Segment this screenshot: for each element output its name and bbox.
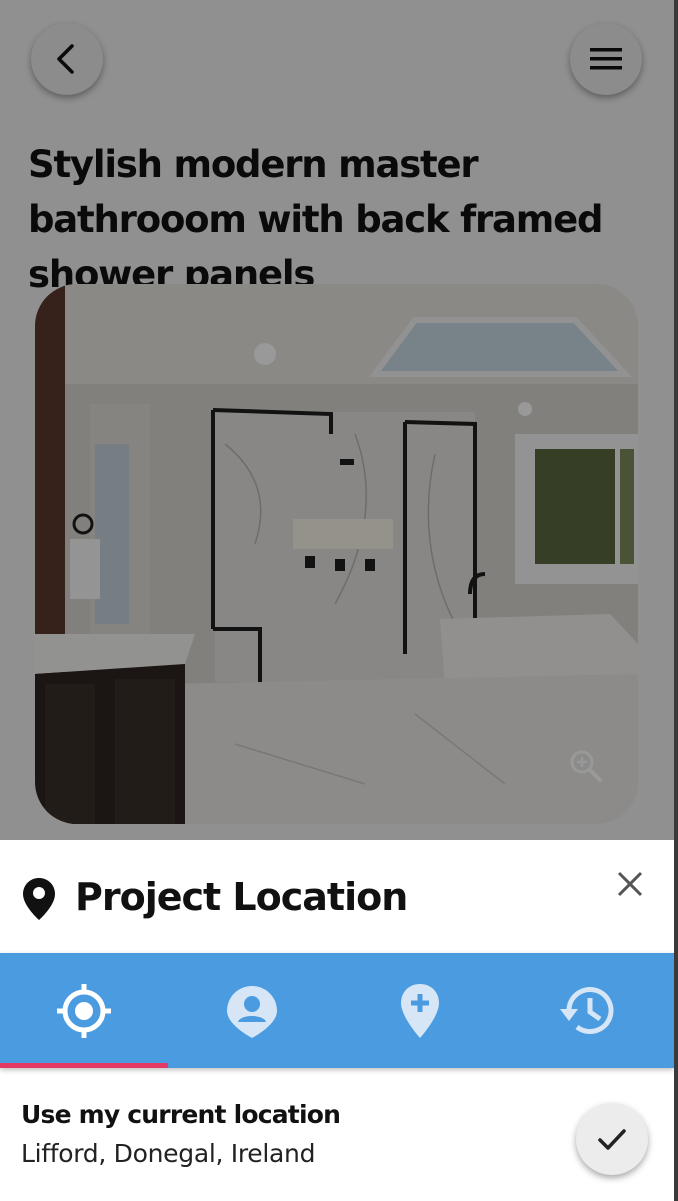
location-tabs <box>0 953 674 1068</box>
sheet-title: Project Location <box>75 875 408 919</box>
project-detail-page: Stylish modern master bathrooom with bac… <box>0 0 678 840</box>
gps-crosshair-icon <box>57 983 111 1038</box>
dim-overlay[interactable] <box>0 0 678 840</box>
history-icon <box>560 986 614 1034</box>
tab-recent-locations[interactable] <box>504 953 672 1068</box>
check-icon <box>598 1129 626 1150</box>
sheet-header: Project Location <box>0 840 674 953</box>
tab-current-location[interactable] <box>0 953 168 1068</box>
project-location-sheet: Project Location Use my current location… <box>0 840 674 1201</box>
confirm-location-button[interactable] <box>576 1103 648 1175</box>
active-tab-indicator <box>0 1063 168 1068</box>
tab-profile-location[interactable] <box>168 953 336 1068</box>
window-edge <box>674 0 678 1201</box>
map-pin-icon <box>23 878 55 920</box>
current-location-address: Lifford, Donegal, Ireland <box>21 1139 316 1168</box>
current-location-title[interactable]: Use my current location <box>21 1100 341 1129</box>
user-pin-icon <box>227 985 277 1038</box>
tab-add-location[interactable] <box>336 953 504 1068</box>
add-pin-icon <box>401 983 439 1038</box>
close-icon[interactable] <box>608 862 652 906</box>
